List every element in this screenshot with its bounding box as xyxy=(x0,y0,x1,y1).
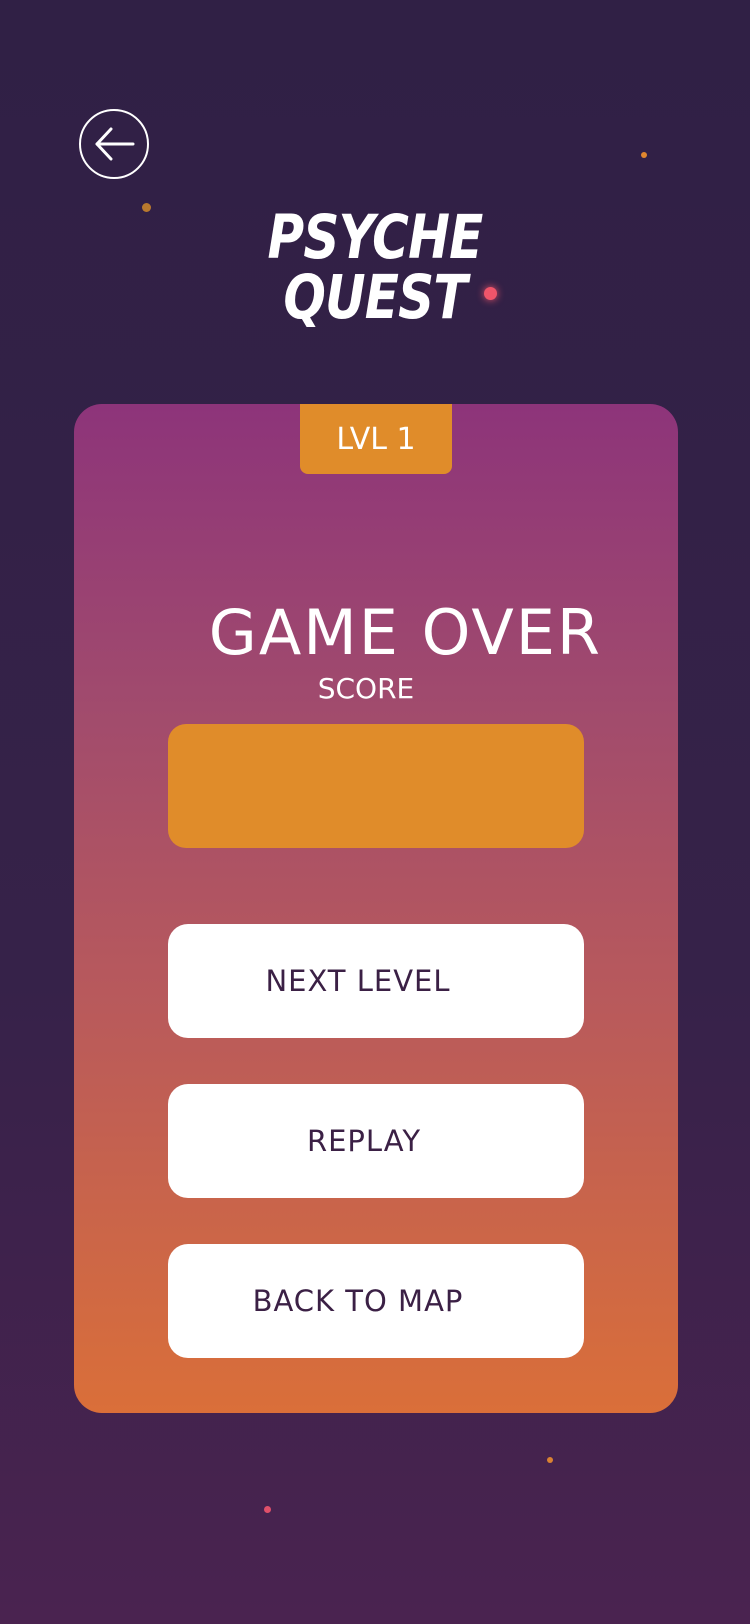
sparkle-dot xyxy=(484,287,497,300)
game-title: PSYCHE QUEST xyxy=(68,202,683,333)
arrow-left-icon xyxy=(95,127,135,161)
title-line-1: PSYCHE xyxy=(267,202,484,273)
next-level-button[interactable]: NEXT LEVEL xyxy=(168,924,584,1038)
level-badge: LVL 1 xyxy=(300,404,452,474)
sparkle-dot xyxy=(641,152,647,158)
back-to-map-label: BACK TO MAP xyxy=(252,1284,464,1318)
score-label: SCORE xyxy=(74,672,678,705)
score-display xyxy=(168,724,584,848)
title-line-2: QUEST xyxy=(283,262,467,333)
score-label-text: SCORE xyxy=(317,672,415,705)
back-to-map-button[interactable]: BACK TO MAP xyxy=(168,1244,584,1358)
replay-button[interactable]: REPLAY xyxy=(168,1084,584,1198)
replay-label: REPLAY xyxy=(306,1124,422,1158)
back-button[interactable] xyxy=(79,109,149,179)
game-over-card: LVL 1 GAME OVER SCORE NEXT LEVEL REPLAY … xyxy=(74,404,678,1413)
next-level-label: NEXT LEVEL xyxy=(265,964,451,998)
game-over-heading: GAME OVER xyxy=(208,596,602,669)
sparkle-dot xyxy=(142,203,151,212)
sparkle-dot xyxy=(547,1457,553,1463)
sparkle-dot xyxy=(264,1506,271,1513)
